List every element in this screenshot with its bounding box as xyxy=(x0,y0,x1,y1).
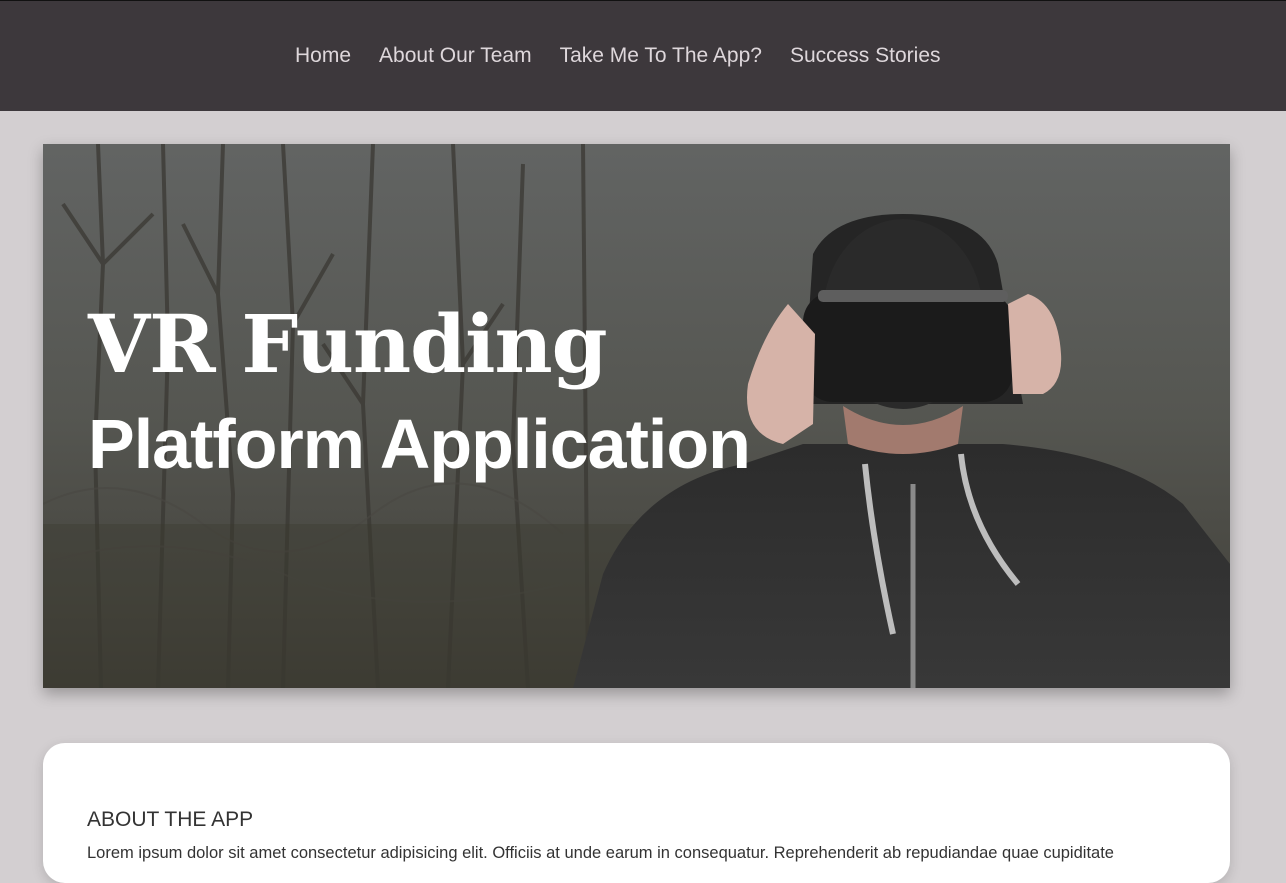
nav-link-app[interactable]: Take Me To The App? xyxy=(560,44,762,67)
nav-link-success-stories[interactable]: Success Stories xyxy=(790,44,941,67)
hero-banner: VR Funding Platform Application xyxy=(43,144,1230,688)
nav-link-about-team[interactable]: About Our Team xyxy=(379,44,532,67)
top-navbar: Home About Our Team Take Me To The App? … xyxy=(0,0,1286,111)
hero-title: VR Funding xyxy=(88,297,608,391)
about-app-heading: ABOUT THE APP xyxy=(87,808,254,831)
nav-menu: Home About Our Team Take Me To The App? … xyxy=(295,41,969,71)
hero-subtitle: Platform Application xyxy=(88,405,751,483)
nav-link-home[interactable]: Home xyxy=(295,44,351,67)
about-app-text: Lorem ipsum dolor sit amet consectetur a… xyxy=(87,844,1114,862)
about-app-card: ABOUT THE APP Lorem ipsum dolor sit amet… xyxy=(43,743,1230,883)
